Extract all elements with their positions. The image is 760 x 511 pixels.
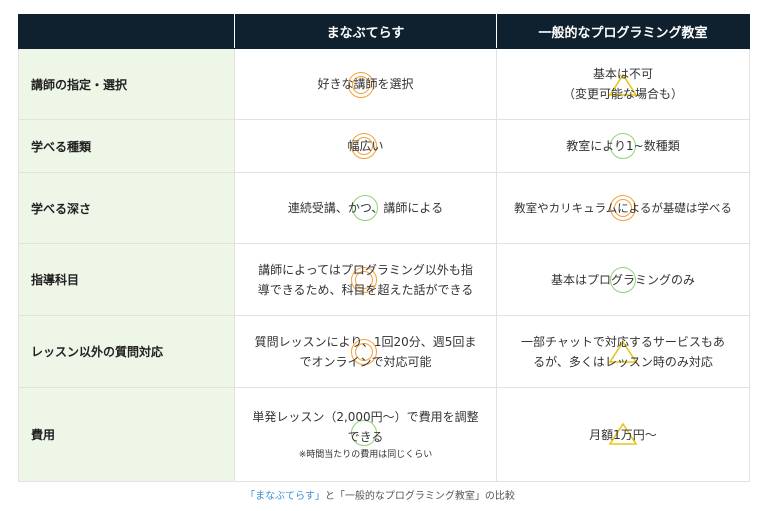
row-label: 講師の指定・選択 [18, 48, 235, 120]
row-label: 指導科目 [18, 243, 235, 316]
table-row: 指導科目 講師によってはプログラミング以外も指 導できるため、科目を超えた話がで… [18, 243, 750, 316]
table-row: 講師の指定・選択 好きな講師を選択 基本は不可 （変更可能な場合も） [18, 48, 750, 120]
general-cell: 基本はプログラミングのみ [496, 243, 750, 316]
table-row: 学べる種類 幅広い 教室により1~数種類 [18, 119, 750, 173]
cost-note: ※時間当たりの費用は同じくらい [298, 449, 433, 460]
general-cell: 教室やカリキュラムによるが基礎は学べる [496, 172, 750, 244]
manabu-cell: 好きな講師を選択 [234, 48, 497, 120]
general-cell: 基本は不可 （変更可能な場合も） [496, 48, 750, 120]
row-label: 学べる深さ [18, 172, 235, 244]
header-manabu: まなぶてらす [234, 14, 497, 49]
manabu-cell: 単発レッスン（2,000円〜）で費用を調整 できる ※時間当たりの費用は同じくら… [234, 387, 497, 482]
table-row: 学べる深さ 連続受講、かつ、講師による 教室やカリキュラムによるが基礎は学べる [18, 172, 750, 244]
row-label: 費用 [18, 387, 235, 482]
table-caption: 「まなぶてらす」と「一般的なプログラミング教室」の比較 [0, 487, 760, 502]
general-cell: 月額1万円〜 [496, 387, 750, 482]
manabu-cell: 質問レッスンにより、1回20分、週5回ま でオンラインで対応可能 [234, 315, 497, 388]
header-corner [18, 14, 235, 49]
manabu-cell: 講師によってはプログラミング以外も指 導できるため、科目を超えた話ができる [234, 243, 497, 316]
table-row: レッスン以外の質問対応 質問レッスンにより、1回20分、週5回ま でオンラインで… [18, 315, 750, 388]
row-label: 学べる種類 [18, 119, 235, 173]
caption-text: と「一般的なプログラミング教室」の比較 [324, 491, 515, 502]
manabu-cell: 連続受講、かつ、講師による [234, 172, 497, 244]
manabu-cell: 幅広い [234, 119, 497, 173]
table-row: 費用 単発レッスン（2,000円〜）で費用を調整 できる ※時間当たりの費用は同… [18, 387, 750, 482]
comparison-table: まなぶてらす 一般的なプログラミング教室 講師の指定・選択 好きな講師を選択 基… [18, 14, 750, 482]
header-general: 一般的なプログラミング教室 [496, 14, 750, 49]
general-cell: 教室により1~数種類 [496, 119, 750, 173]
caption-highlight: 「まなぶてらす」 [245, 491, 325, 502]
general-cell: 一部チャットで対応するサービスもあ るが、多くはレッスン時のみ対応 [496, 315, 750, 388]
row-label: レッスン以外の質問対応 [18, 315, 235, 388]
